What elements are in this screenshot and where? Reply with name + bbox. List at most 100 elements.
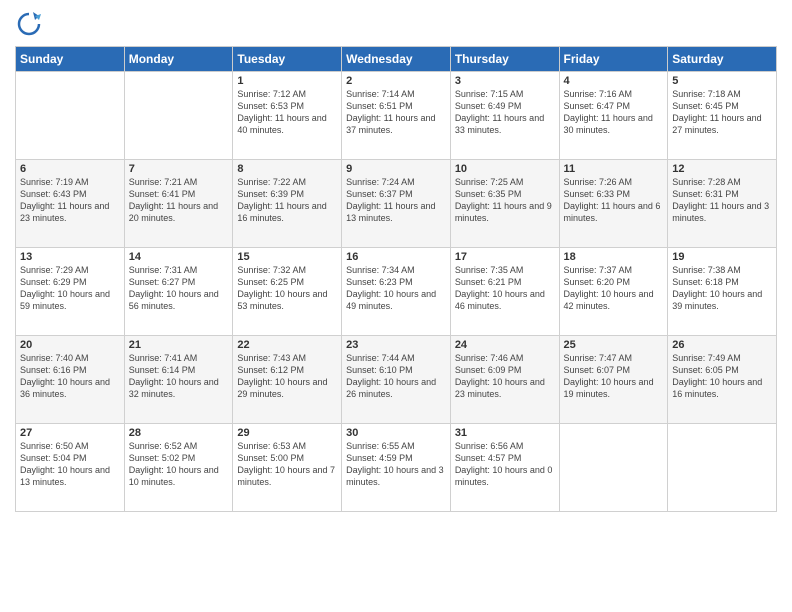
calendar-cell — [16, 72, 125, 160]
weekday-header: Wednesday — [342, 47, 451, 72]
day-number: 15 — [237, 251, 337, 263]
calendar-week-row: 13Sunrise: 7:29 AMSunset: 6:29 PMDayligh… — [16, 248, 777, 336]
day-info: Sunrise: 7:28 AMSunset: 6:31 PMDaylight:… — [672, 176, 772, 225]
calendar-cell: 17Sunrise: 7:35 AMSunset: 6:21 PMDayligh… — [450, 248, 559, 336]
calendar-cell — [124, 72, 233, 160]
day-info: Sunrise: 7:12 AMSunset: 6:53 PMDaylight:… — [237, 88, 337, 137]
calendar-week-row: 1Sunrise: 7:12 AMSunset: 6:53 PMDaylight… — [16, 72, 777, 160]
day-number: 17 — [455, 251, 555, 263]
day-number: 11 — [564, 163, 664, 175]
calendar-page: SundayMondayTuesdayWednesdayThursdayFrid… — [0, 0, 792, 612]
calendar-cell: 14Sunrise: 7:31 AMSunset: 6:27 PMDayligh… — [124, 248, 233, 336]
logo — [15, 10, 46, 38]
day-info: Sunrise: 7:43 AMSunset: 6:12 PMDaylight:… — [237, 352, 337, 401]
day-number: 21 — [129, 339, 229, 351]
day-number: 22 — [237, 339, 337, 351]
day-info: Sunrise: 7:14 AMSunset: 6:51 PMDaylight:… — [346, 88, 446, 137]
day-number: 6 — [20, 163, 120, 175]
calendar-cell: 7Sunrise: 7:21 AMSunset: 6:41 PMDaylight… — [124, 160, 233, 248]
day-info: Sunrise: 7:22 AMSunset: 6:39 PMDaylight:… — [237, 176, 337, 225]
day-number: 25 — [564, 339, 664, 351]
day-info: Sunrise: 7:38 AMSunset: 6:18 PMDaylight:… — [672, 264, 772, 313]
day-number: 1 — [237, 75, 337, 87]
calendar-cell: 28Sunrise: 6:52 AMSunset: 5:02 PMDayligh… — [124, 424, 233, 512]
day-info: Sunrise: 7:49 AMSunset: 6:05 PMDaylight:… — [672, 352, 772, 401]
day-info: Sunrise: 7:24 AMSunset: 6:37 PMDaylight:… — [346, 176, 446, 225]
calendar-cell: 11Sunrise: 7:26 AMSunset: 6:33 PMDayligh… — [559, 160, 668, 248]
calendar-table: SundayMondayTuesdayWednesdayThursdayFrid… — [15, 46, 777, 512]
calendar-cell: 18Sunrise: 7:37 AMSunset: 6:20 PMDayligh… — [559, 248, 668, 336]
day-info: Sunrise: 7:34 AMSunset: 6:23 PMDaylight:… — [346, 264, 446, 313]
day-info: Sunrise: 7:26 AMSunset: 6:33 PMDaylight:… — [564, 176, 664, 225]
calendar-header-row: SundayMondayTuesdayWednesdayThursdayFrid… — [16, 47, 777, 72]
weekday-header: Tuesday — [233, 47, 342, 72]
day-info: Sunrise: 7:37 AMSunset: 6:20 PMDaylight:… — [564, 264, 664, 313]
day-info: Sunrise: 6:53 AMSunset: 5:00 PMDaylight:… — [237, 440, 337, 489]
calendar-cell: 30Sunrise: 6:55 AMSunset: 4:59 PMDayligh… — [342, 424, 451, 512]
calendar-cell: 5Sunrise: 7:18 AMSunset: 6:45 PMDaylight… — [668, 72, 777, 160]
day-info: Sunrise: 6:52 AMSunset: 5:02 PMDaylight:… — [129, 440, 229, 489]
day-number: 24 — [455, 339, 555, 351]
day-number: 16 — [346, 251, 446, 263]
weekday-header: Sunday — [16, 47, 125, 72]
day-info: Sunrise: 7:35 AMSunset: 6:21 PMDaylight:… — [455, 264, 555, 313]
weekday-header: Friday — [559, 47, 668, 72]
day-number: 31 — [455, 427, 555, 439]
calendar-cell — [668, 424, 777, 512]
day-number: 20 — [20, 339, 120, 351]
day-info: Sunrise: 7:46 AMSunset: 6:09 PMDaylight:… — [455, 352, 555, 401]
day-number: 28 — [129, 427, 229, 439]
calendar-cell: 10Sunrise: 7:25 AMSunset: 6:35 PMDayligh… — [450, 160, 559, 248]
day-info: Sunrise: 7:15 AMSunset: 6:49 PMDaylight:… — [455, 88, 555, 137]
day-number: 19 — [672, 251, 772, 263]
day-info: Sunrise: 7:29 AMSunset: 6:29 PMDaylight:… — [20, 264, 120, 313]
day-info: Sunrise: 7:32 AMSunset: 6:25 PMDaylight:… — [237, 264, 337, 313]
calendar-cell: 8Sunrise: 7:22 AMSunset: 6:39 PMDaylight… — [233, 160, 342, 248]
calendar-cell: 15Sunrise: 7:32 AMSunset: 6:25 PMDayligh… — [233, 248, 342, 336]
weekday-header: Monday — [124, 47, 233, 72]
day-info: Sunrise: 7:40 AMSunset: 6:16 PMDaylight:… — [20, 352, 120, 401]
calendar-cell: 4Sunrise: 7:16 AMSunset: 6:47 PMDaylight… — [559, 72, 668, 160]
calendar-cell: 13Sunrise: 7:29 AMSunset: 6:29 PMDayligh… — [16, 248, 125, 336]
day-number: 12 — [672, 163, 772, 175]
day-info: Sunrise: 7:18 AMSunset: 6:45 PMDaylight:… — [672, 88, 772, 137]
day-number: 8 — [237, 163, 337, 175]
calendar-cell: 6Sunrise: 7:19 AMSunset: 6:43 PMDaylight… — [16, 160, 125, 248]
calendar-cell: 3Sunrise: 7:15 AMSunset: 6:49 PMDaylight… — [450, 72, 559, 160]
calendar-cell: 2Sunrise: 7:14 AMSunset: 6:51 PMDaylight… — [342, 72, 451, 160]
day-number: 18 — [564, 251, 664, 263]
day-number: 10 — [455, 163, 555, 175]
calendar-cell: 29Sunrise: 6:53 AMSunset: 5:00 PMDayligh… — [233, 424, 342, 512]
day-info: Sunrise: 6:55 AMSunset: 4:59 PMDaylight:… — [346, 440, 446, 489]
calendar-cell: 31Sunrise: 6:56 AMSunset: 4:57 PMDayligh… — [450, 424, 559, 512]
calendar-cell: 9Sunrise: 7:24 AMSunset: 6:37 PMDaylight… — [342, 160, 451, 248]
day-number: 9 — [346, 163, 446, 175]
day-info: Sunrise: 7:47 AMSunset: 6:07 PMDaylight:… — [564, 352, 664, 401]
weekday-header: Saturday — [668, 47, 777, 72]
day-number: 27 — [20, 427, 120, 439]
day-info: Sunrise: 7:16 AMSunset: 6:47 PMDaylight:… — [564, 88, 664, 137]
calendar-cell: 19Sunrise: 7:38 AMSunset: 6:18 PMDayligh… — [668, 248, 777, 336]
day-number: 2 — [346, 75, 446, 87]
logo-icon — [15, 10, 43, 38]
day-number: 30 — [346, 427, 446, 439]
day-info: Sunrise: 7:31 AMSunset: 6:27 PMDaylight:… — [129, 264, 229, 313]
day-number: 23 — [346, 339, 446, 351]
calendar-cell: 12Sunrise: 7:28 AMSunset: 6:31 PMDayligh… — [668, 160, 777, 248]
day-number: 13 — [20, 251, 120, 263]
day-number: 14 — [129, 251, 229, 263]
day-number: 7 — [129, 163, 229, 175]
day-number: 4 — [564, 75, 664, 87]
calendar-cell — [559, 424, 668, 512]
calendar-cell: 22Sunrise: 7:43 AMSunset: 6:12 PMDayligh… — [233, 336, 342, 424]
day-info: Sunrise: 7:21 AMSunset: 6:41 PMDaylight:… — [129, 176, 229, 225]
calendar-cell: 27Sunrise: 6:50 AMSunset: 5:04 PMDayligh… — [16, 424, 125, 512]
day-info: Sunrise: 7:25 AMSunset: 6:35 PMDaylight:… — [455, 176, 555, 225]
calendar-cell: 24Sunrise: 7:46 AMSunset: 6:09 PMDayligh… — [450, 336, 559, 424]
calendar-week-row: 6Sunrise: 7:19 AMSunset: 6:43 PMDaylight… — [16, 160, 777, 248]
calendar-cell: 1Sunrise: 7:12 AMSunset: 6:53 PMDaylight… — [233, 72, 342, 160]
calendar-week-row: 27Sunrise: 6:50 AMSunset: 5:04 PMDayligh… — [16, 424, 777, 512]
day-number: 26 — [672, 339, 772, 351]
calendar-cell: 26Sunrise: 7:49 AMSunset: 6:05 PMDayligh… — [668, 336, 777, 424]
calendar-cell: 16Sunrise: 7:34 AMSunset: 6:23 PMDayligh… — [342, 248, 451, 336]
